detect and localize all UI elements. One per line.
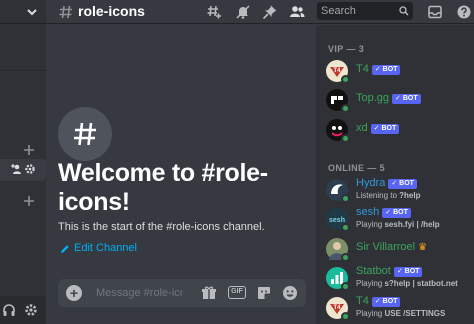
welcome-title: Welcome to #role-icons! (58, 159, 268, 216)
gear-icon[interactable] (24, 303, 38, 317)
svg-text:T4: T4 (333, 68, 341, 74)
member-name: sesh ✓ BOT (356, 206, 411, 219)
online-status-icon (341, 104, 350, 113)
search-placeholder: Search (321, 5, 356, 17)
member-name: Hydra ✓ BOT (356, 177, 417, 190)
edit-channel-label: Edit Channel (74, 242, 137, 254)
member-item-t4-online[interactable]: T4 T4 ✓ BOT Playing USE /SETTINGS (326, 295, 474, 321)
online-status-icon (341, 194, 350, 203)
hashtag-icon (58, 4, 74, 20)
threads-icon[interactable] (206, 4, 222, 20)
gift-icon[interactable] (201, 285, 217, 301)
member-activity: Playing s?help | statbot.net (356, 279, 458, 288)
plus-icon[interactable] (22, 194, 36, 208)
add-member-icon[interactable] (10, 163, 22, 175)
gear-icon[interactable] (24, 163, 36, 175)
sticker-icon[interactable] (256, 285, 272, 301)
member-group-header-online: ONLINE — 5 (328, 163, 386, 173)
member-activity: Playing USE /SETTINGS (356, 309, 446, 318)
server-header[interactable] (0, 0, 46, 24)
upload-plus-icon[interactable]: + (66, 285, 82, 301)
member-name: xd ✓ BOT (356, 122, 400, 135)
member-name: T4 ✓ BOT (356, 295, 401, 308)
chat-area: Welcome to #role-icons! This is the star… (46, 25, 316, 324)
member-name: Statbot ✓ BOT (356, 265, 423, 278)
member-activity: Playing sesh.fyi | /help (356, 220, 440, 229)
member-name: Sir Villarroel ♛ (356, 241, 428, 253)
sidebar-divider (0, 70, 46, 71)
member-item-topgg[interactable]: Top.gg ✓ BOT (326, 87, 474, 113)
online-status-icon (341, 223, 350, 232)
emoji-icon[interactable] (282, 285, 298, 301)
discord-window: role-icons Search Welcome to #role-icons… (0, 0, 474, 324)
welcome-subtitle: This is the start of the #role-icons cha… (58, 221, 265, 233)
channel-sidebar (0, 0, 46, 324)
edit-channel-link[interactable]: Edit Channel (60, 242, 137, 255)
member-list-icon[interactable] (289, 4, 305, 20)
message-composer[interactable]: + Message #role-icons GIF (58, 279, 306, 307)
sidebar-channel-row[interactable] (0, 159, 46, 181)
pin-icon[interactable] (262, 4, 278, 20)
search-input[interactable]: Search (317, 2, 413, 20)
member-name: T4 ✓ BOT (356, 63, 401, 76)
online-status-icon (341, 134, 350, 143)
user-panel (0, 296, 46, 324)
member-name: Top.gg ✓ BOT (356, 92, 421, 105)
headphones-icon[interactable] (2, 303, 16, 317)
crown-icon: ♛ (418, 242, 428, 253)
channel-title: role-icons (78, 3, 145, 19)
help-icon[interactable] (456, 4, 472, 20)
online-status-icon (341, 75, 350, 84)
chevron-down-icon[interactable] (26, 6, 38, 18)
inbox-icon[interactable] (427, 4, 443, 20)
pencil-icon (60, 244, 70, 254)
member-item-hydra[interactable]: Hydra ✓ BOT Listening to ?help (326, 177, 474, 203)
member-item-xd[interactable]: xd ✓ BOT (326, 117, 474, 143)
notifications-muted-icon[interactable] (235, 4, 251, 20)
online-status-icon (341, 312, 350, 321)
member-activity: Listening to ?help (356, 191, 421, 200)
bot-badge: ✓ BOT (371, 65, 401, 75)
bot-badge: ✓ BOT (371, 297, 401, 307)
bot-badge: ✓ BOT (388, 179, 417, 189)
bot-badge: ✓ BOT (393, 267, 423, 277)
message-input[interactable]: Message #role-icons (96, 287, 182, 300)
bot-badge: ✓ BOT (370, 124, 400, 134)
bot-badge: ✓ BOT (392, 94, 421, 104)
member-item-sir-villarroel[interactable]: Sir Villarroel ♛ (326, 236, 474, 262)
svg-text:T4: T4 (333, 305, 341, 311)
search-icon (399, 6, 409, 16)
channel-header: role-icons Search (46, 0, 474, 24)
member-item-t4[interactable]: T4 T4 ✓ BOT (326, 58, 474, 84)
member-item-sesh[interactable]: sesh sesh ✓ BOT Playing sesh.fyi | /help (326, 206, 474, 232)
member-list: VIP — 3 T4 T4 ✓ BOT Top.gg ✓ BOT xd ✓ BOT O… (316, 25, 474, 324)
bot-badge: ✓ BOT (382, 208, 411, 218)
gif-icon[interactable]: GIF (228, 286, 246, 299)
online-status-icon (341, 253, 350, 262)
online-status-icon (341, 282, 350, 291)
member-item-statbot[interactable]: Statbot ✓ BOT Playing s?help | statbot.ne… (326, 265, 474, 291)
plus-icon[interactable] (22, 143, 36, 157)
member-group-header-vip: VIP — 3 (328, 44, 365, 54)
channel-avatar (58, 107, 112, 161)
